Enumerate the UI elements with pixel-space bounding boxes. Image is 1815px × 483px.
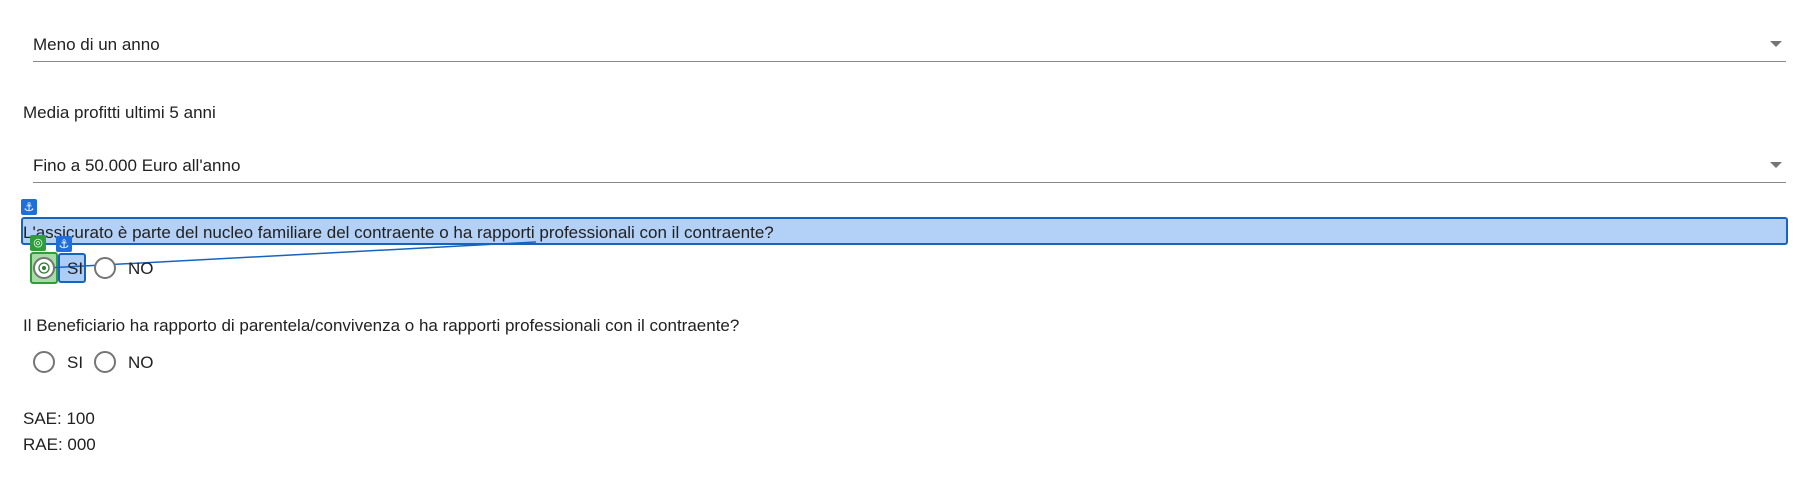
target-icon	[38, 262, 50, 274]
rae-value: RAE: 000	[23, 435, 96, 454]
chevron-down-icon	[1770, 162, 1782, 168]
beneficiary-radio-no-label[interactable]: NO	[128, 353, 154, 373]
beneficiary-question-label: Il Beneficiario ha rapporto di parentela…	[23, 316, 740, 335]
sae-value: SAE: 100	[23, 409, 95, 428]
insured-radio-no-label[interactable]: NO	[128, 259, 154, 279]
beneficiary-radio-si[interactable]	[33, 351, 55, 373]
anchor-icon: ⚓	[21, 199, 37, 215]
insured-radio-si-label[interactable]: SI	[67, 259, 83, 279]
chevron-down-icon	[1770, 41, 1782, 47]
profits-label: Media profitti ultimi 5 anni	[23, 103, 216, 122]
insured-question-label: L'assicurato è parte del nucleo familiar…	[23, 223, 774, 242]
target-icon: ◎	[30, 235, 46, 251]
anchor-icon: ⚓	[56, 236, 72, 252]
profits-select-value: Fino a 50.000 Euro all'anno	[33, 156, 241, 175]
beneficiary-radio-no[interactable]	[94, 351, 116, 373]
insured-radio-si[interactable]	[33, 257, 55, 279]
duration-select-value: Meno di un anno	[33, 35, 160, 54]
insured-radio-no[interactable]	[94, 257, 116, 279]
form-page: Meno di un anno Media profitti ultimi 5 …	[0, 0, 1815, 483]
profits-select[interactable]: Fino a 50.000 Euro all'anno	[33, 154, 1786, 183]
duration-select[interactable]: Meno di un anno	[33, 33, 1786, 62]
beneficiary-radio-si-label[interactable]: SI	[67, 353, 83, 373]
